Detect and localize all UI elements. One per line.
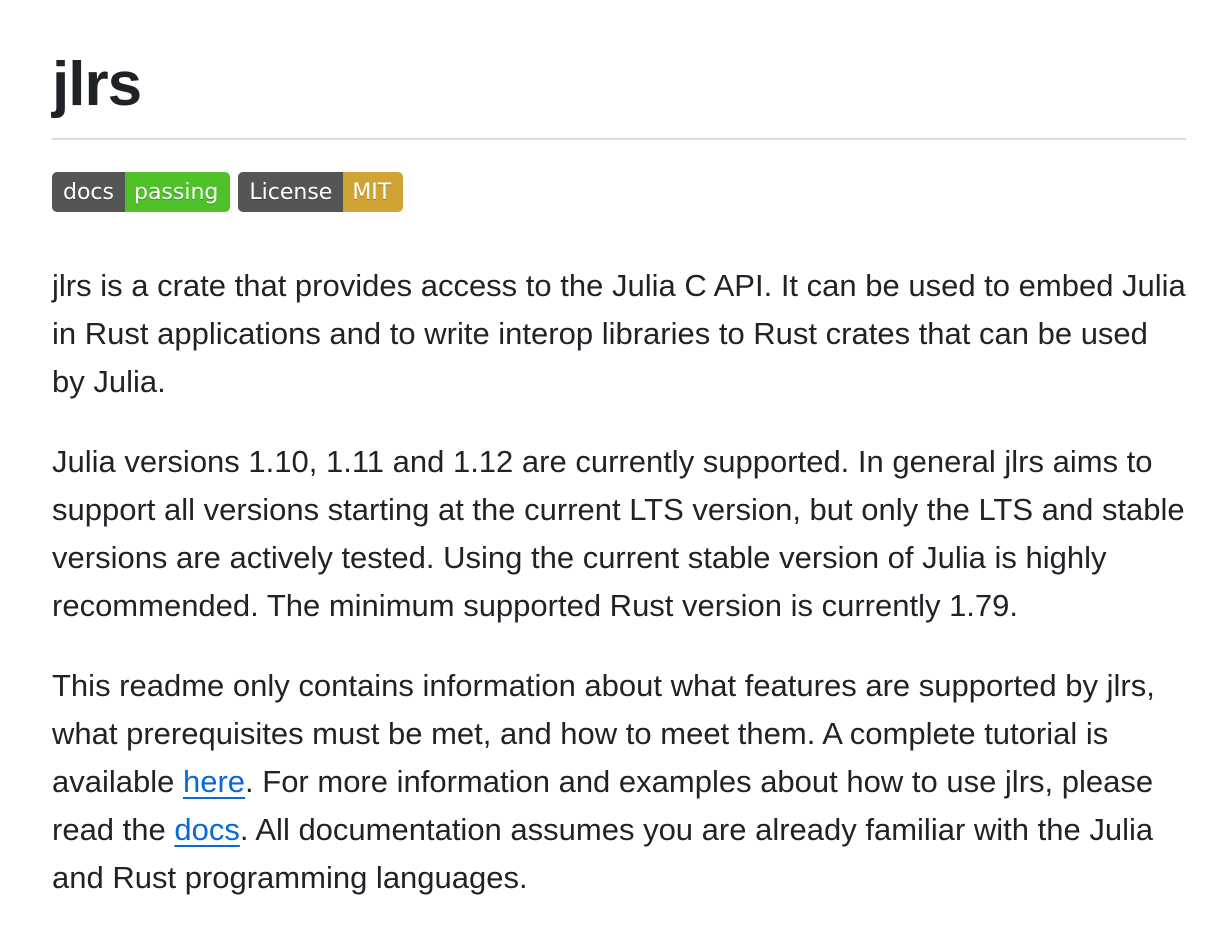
readme-page: jlrs docs passing License MIT jlrs is a … — [0, 0, 1232, 902]
docs-badge-status: passing — [124, 172, 231, 212]
badge-row: docs passing License MIT — [52, 172, 1186, 212]
docs-badge-label: docs — [52, 172, 125, 212]
docs-badge[interactable]: docs passing — [52, 172, 231, 212]
readme-content: jlrs is a crate that provides access to … — [52, 262, 1186, 902]
license-badge[interactable]: License MIT — [238, 172, 404, 212]
intro-paragraph: jlrs is a crate that provides access to … — [52, 268, 1186, 399]
docs-link[interactable]: docs — [174, 812, 239, 847]
license-badge-label: License — [238, 172, 344, 212]
page-title: jlrs — [52, 50, 142, 119]
license-badge-value: MIT — [343, 172, 404, 212]
tutorial-link[interactable]: here — [183, 764, 245, 799]
title-divider — [52, 138, 1186, 140]
versions-paragraph: Julia versions 1.10, 1.11 and 1.12 are c… — [52, 444, 1185, 623]
readme-scope-paragraph: This readme only contains information ab… — [52, 662, 1186, 902]
